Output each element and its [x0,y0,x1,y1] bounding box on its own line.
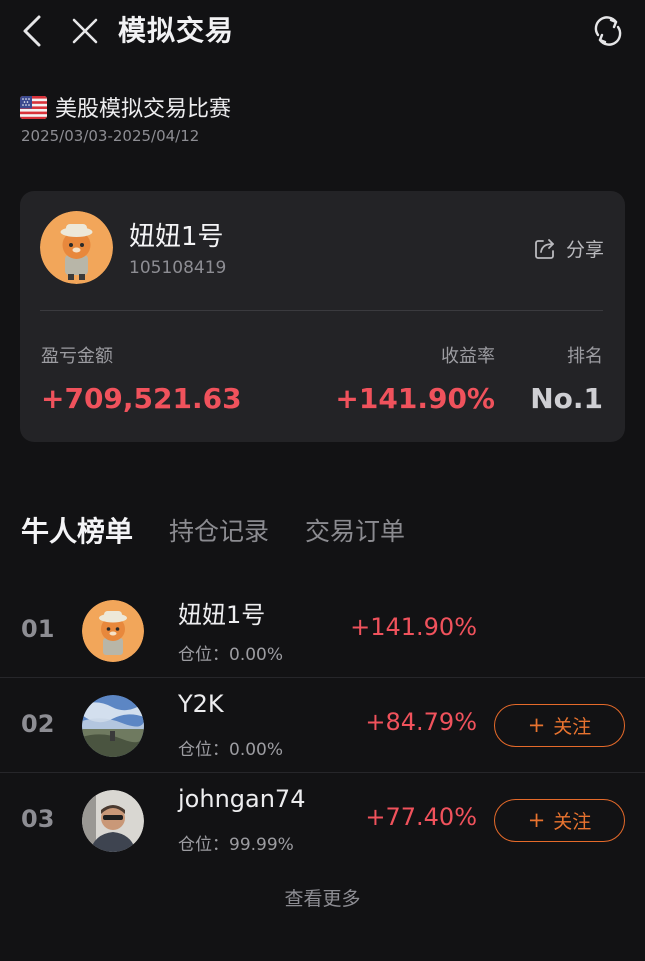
tab-bar: 牛人榜单 持仓记录 交易订单 [21,508,441,552]
share-button[interactable]: 分享 [534,235,604,262]
competition-dates: 2025/03/03-2025/04/12 [21,127,200,145]
username: 妞妞1号 [129,222,224,252]
position-ratio: 仓位：99.99% [178,830,294,855]
follow-button[interactable]: + 关注 [494,704,625,747]
pnl-value: +709,521.63 [41,382,242,415]
rank-label: 排名 [567,346,603,367]
avatar[interactable] [82,600,144,662]
return-rate-label: 收益率 [441,346,495,367]
rank-value: No.1 [530,382,603,415]
us-flag-icon [20,95,47,119]
return-rate: +84.79% [365,708,477,736]
position-label: 仓位： [178,645,229,665]
follow-label: 关注 [553,811,592,833]
follow-label: 关注 [553,716,592,738]
rank-number: 03 [21,805,55,833]
divider [40,310,603,311]
tab-positions[interactable]: 持仓记录 [169,512,269,548]
trader-name: Y2K [178,690,224,718]
close-button[interactable] [66,12,104,50]
position-value: 0.00% [229,645,284,665]
share-label: 分享 [565,239,604,261]
share-icon [535,238,554,259]
page-title: 模拟交易 [118,14,235,47]
chevron-left-icon [23,15,41,47]
tab-leaderboard[interactable]: 牛人榜单 [21,510,133,550]
user-id: 105108419 [129,258,227,278]
trader-name: johngan74 [178,785,306,813]
tab-orders[interactable]: 交易订单 [305,512,405,548]
rank-number: 02 [21,710,55,738]
list-item[interactable]: 02 Y2K 仓位：0.00% +84.79% + 关注 [0,678,645,773]
plus-icon: + [527,713,546,737]
rank-number: 01 [21,615,55,643]
leaderboard-list: 01 妞妞1号 仓位：0.00% +141.90% 02 Y2K 仓位：0.00… [0,583,645,868]
list-item[interactable]: 01 妞妞1号 仓位：0.00% +141.90% [0,583,645,678]
position-value: 0.00% [229,740,284,760]
close-icon [72,18,98,44]
top-bar: 模拟交易 [0,0,645,62]
avatar [40,211,113,284]
return-rate: +141.90% [350,613,477,641]
refresh-icon [594,16,622,46]
return-rate: +77.40% [365,803,477,831]
trader-name: 妞妞1号 [178,601,266,629]
competition-name: 美股模拟交易比赛 [55,97,232,122]
back-button[interactable] [14,12,50,50]
position-ratio: 仓位：0.00% [178,640,283,665]
position-label: 仓位： [178,835,229,855]
competition-header: 美股模拟交易比赛 [20,91,231,123]
avatar[interactable] [82,790,144,852]
list-item[interactable]: 03 johngan74 仓位：99.99% +77.40% + 关注 [0,773,645,868]
user-summary-card: 妞妞1号 105108419 分享 盈亏金额 +709,521.63 收益率 +… [20,191,625,442]
follow-button[interactable]: + 关注 [494,799,625,842]
position-ratio: 仓位：0.00% [178,735,283,760]
position-value: 99.99% [229,835,294,855]
return-rate-value: +141.90% [335,382,495,415]
avatar[interactable] [82,695,144,757]
position-label: 仓位： [178,740,229,760]
plus-icon: + [527,808,546,832]
pnl-label: 盈亏金额 [41,346,113,367]
refresh-button[interactable] [591,14,625,48]
view-more-link[interactable]: 查看更多 [0,884,645,911]
